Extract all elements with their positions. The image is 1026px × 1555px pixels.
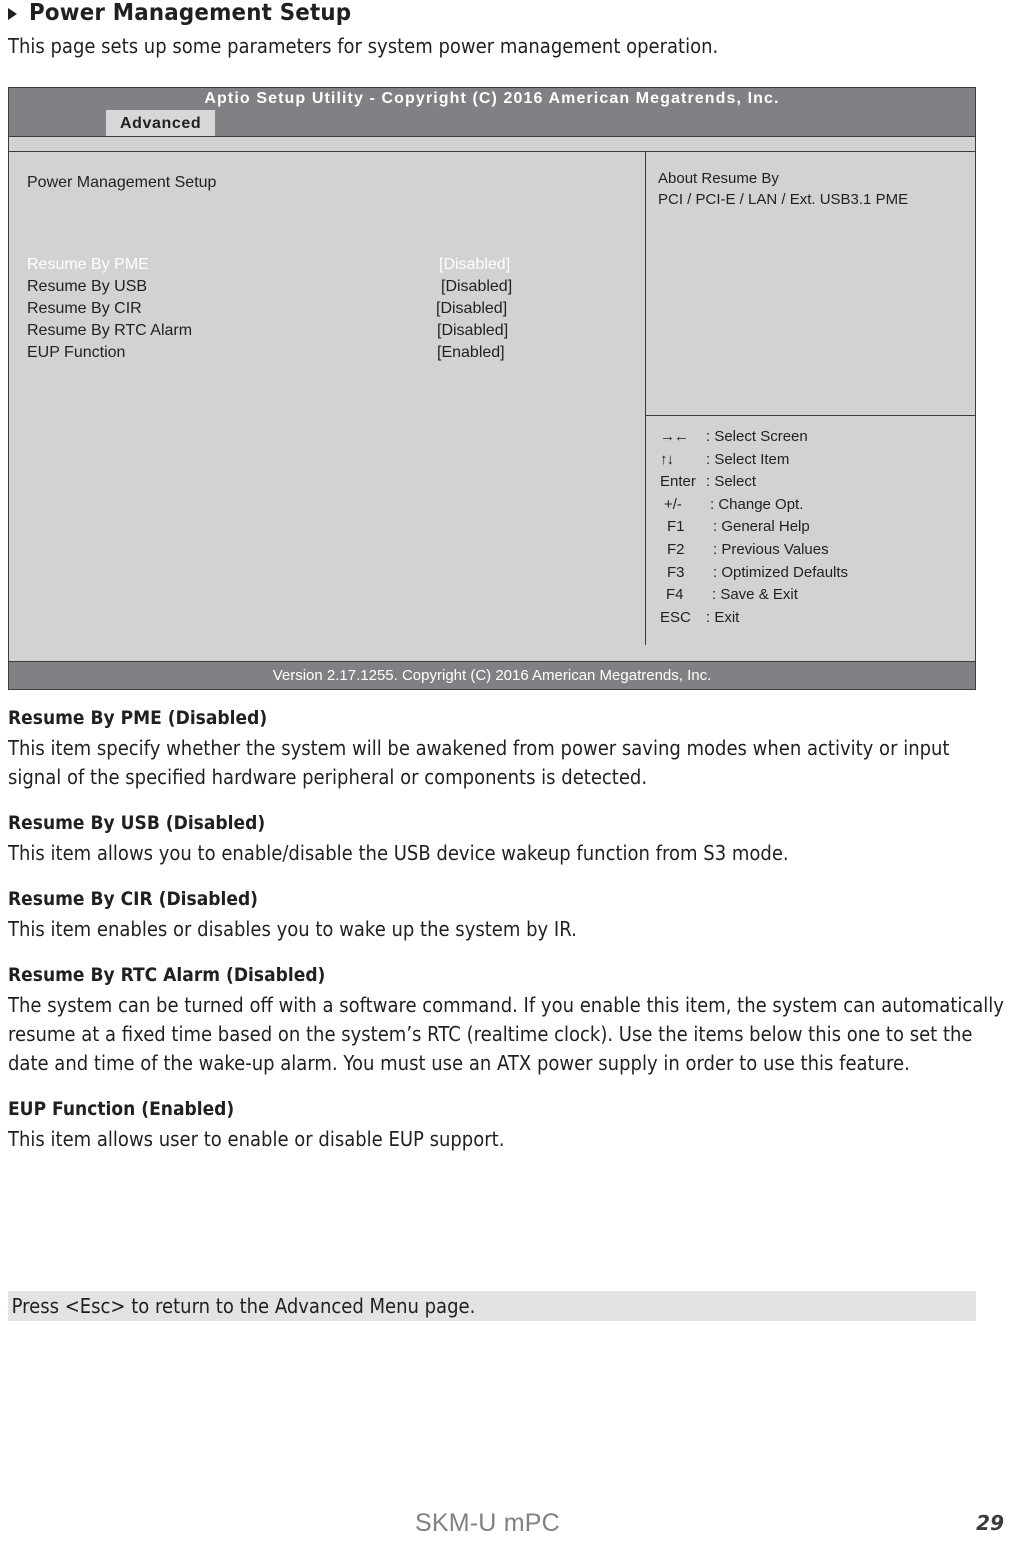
settings-section-title: Power Management Setup bbox=[27, 174, 217, 191]
option-value[interactable]: [Disabled] bbox=[439, 256, 510, 274]
legend-desc: : Previous Values bbox=[713, 540, 829, 558]
bios-title-bar: Aptio Setup Utility - Copyright (C) 2016… bbox=[9, 88, 975, 137]
option-row-resume-by-cir[interactable]: Resume By CIR [Disabled] bbox=[27, 300, 627, 322]
legend-desc: : Exit bbox=[706, 608, 740, 626]
option-row-resume-by-usb[interactable]: Resume By USB [Disabled] bbox=[27, 278, 627, 300]
option-label: Resume By USB bbox=[27, 278, 148, 295]
help-line-1: About Resume By bbox=[658, 170, 779, 187]
page-title: Power Management Setup bbox=[29, 0, 352, 26]
bios-menu-strip bbox=[9, 137, 975, 152]
legend-row-f1: F1 : General Help bbox=[660, 516, 975, 539]
legend-row-change-opt: +/- : Change Opt. bbox=[660, 494, 975, 517]
legend-key: F1 bbox=[667, 518, 685, 536]
legend-row-f2: F2 : Previous Values bbox=[660, 539, 975, 562]
triangle-right-icon bbox=[8, 8, 17, 20]
legend-row-esc: ESC : Exit bbox=[660, 607, 975, 630]
bios-side-pane: About Resume By PCI / PCI-E / LAN / Ext.… bbox=[646, 152, 975, 645]
bios-settings-pane: Power Management Setup Resume By PME [Di… bbox=[9, 152, 646, 645]
legend-desc: : Select Item bbox=[706, 450, 790, 468]
arrows-left-right-icon: →← bbox=[660, 428, 689, 445]
help-line-2: PCI / PCI-E / LAN / Ext. USB3.1 PME bbox=[658, 191, 909, 208]
desc-heading-eup-function: EUP Function (Enabled) bbox=[8, 1098, 235, 1120]
page-number: 29 bbox=[976, 1511, 1004, 1535]
legend-row-f3: F3 : Optimized Defaults bbox=[660, 562, 975, 585]
legend-desc: : Optimized Defaults bbox=[713, 563, 849, 581]
option-row-resume-by-pme[interactable]: Resume By PME [Disabled] bbox=[27, 256, 627, 278]
option-value[interactable]: [Disabled] bbox=[436, 300, 507, 318]
esc-note-text: Press <Esc> to return to the Advanced Me… bbox=[11, 1294, 476, 1318]
esc-note-bar: Press <Esc> to return to the Advanced Me… bbox=[8, 1291, 976, 1321]
option-label: Resume By CIR bbox=[27, 300, 142, 317]
option-label: Resume By PME bbox=[27, 256, 149, 273]
bios-setup-window: Aptio Setup Utility - Copyright (C) 2016… bbox=[8, 87, 976, 690]
legend-row-select-screen: →← : Select Screen bbox=[660, 426, 975, 449]
option-value[interactable]: [Enabled] bbox=[437, 344, 505, 362]
bios-footer-gap bbox=[9, 645, 975, 661]
bios-body: Power Management Setup Resume By PME [Di… bbox=[9, 152, 975, 645]
page-heading-row: Power Management Setup bbox=[8, 0, 376, 26]
bios-version-footer: Version 2.17.1255. Copyright (C) 2016 Am… bbox=[9, 661, 975, 689]
legend-key: F2 bbox=[667, 540, 685, 558]
descriptions-container: Resume By PME (Disabled) This item speci… bbox=[8, 707, 1008, 1154]
legend-desc: : Select bbox=[706, 473, 757, 491]
bios-title-text: Aptio Setup Utility - Copyright (C) 2016… bbox=[204, 90, 780, 107]
desc-body-eup-function: This item allows user to enable or disab… bbox=[8, 1127, 505, 1151]
help-description-box: About Resume By PCI / PCI-E / LAN / Ext.… bbox=[646, 152, 975, 416]
settings-option-list: Resume By PME [Disabled] Resume By USB [… bbox=[27, 256, 627, 366]
option-value[interactable]: [Disabled] bbox=[437, 322, 508, 340]
legend-row-f4: F4 : Save & Exit bbox=[660, 584, 975, 607]
desc-body-resume-by-pme: This item specify whether the system wil… bbox=[8, 736, 950, 789]
option-label: EUP Function bbox=[27, 344, 126, 361]
desc-heading-resume-by-rtc-alarm: Resume By RTC Alarm (Disabled) bbox=[8, 964, 326, 986]
legend-key: +/- bbox=[664, 495, 682, 513]
option-label: Resume By RTC Alarm bbox=[27, 322, 193, 339]
desc-heading-resume-by-usb: Resume By USB (Disabled) bbox=[8, 812, 266, 834]
legend-row-enter: Enter : Select bbox=[660, 471, 975, 494]
desc-heading-resume-by-pme: Resume By PME (Disabled) bbox=[8, 707, 268, 729]
footer-brand: SKM-U mPC bbox=[415, 1509, 560, 1537]
legend-desc: : General Help bbox=[713, 518, 810, 536]
legend-desc: : Change Opt. bbox=[710, 495, 804, 513]
desc-body-resume-by-usb: This item allows you to enable/disable t… bbox=[8, 841, 789, 865]
legend-key: F3 bbox=[667, 563, 685, 581]
key-legend-box: →← : Select Screen ↑↓ : Select Item Ente… bbox=[646, 416, 975, 645]
legend-key: Enter bbox=[660, 473, 696, 491]
desc-body-resume-by-cir: This item enables or disables you to wak… bbox=[8, 917, 577, 941]
legend-row-select-item: ↑↓ : Select Item bbox=[660, 449, 975, 472]
arrows-up-down-icon: ↑↓ bbox=[660, 450, 674, 468]
option-row-eup-function[interactable]: EUP Function [Enabled] bbox=[27, 344, 627, 366]
tab-advanced[interactable]: Advanced bbox=[106, 110, 216, 136]
page-intro-text: This page sets up some parameters for sy… bbox=[8, 34, 719, 58]
desc-body-resume-by-rtc-alarm: The system can be turned off with a soft… bbox=[8, 993, 1004, 1075]
desc-heading-resume-by-cir: Resume By CIR (Disabled) bbox=[8, 888, 259, 910]
legend-desc: : Select Screen bbox=[706, 428, 808, 445]
option-row-resume-by-rtc-alarm[interactable]: Resume By RTC Alarm [Disabled] bbox=[27, 322, 627, 344]
legend-key: ESC bbox=[660, 608, 691, 626]
legend-key: F4 bbox=[666, 586, 684, 604]
option-value[interactable]: [Disabled] bbox=[441, 278, 512, 296]
legend-desc: : Save & Exit bbox=[712, 586, 798, 604]
